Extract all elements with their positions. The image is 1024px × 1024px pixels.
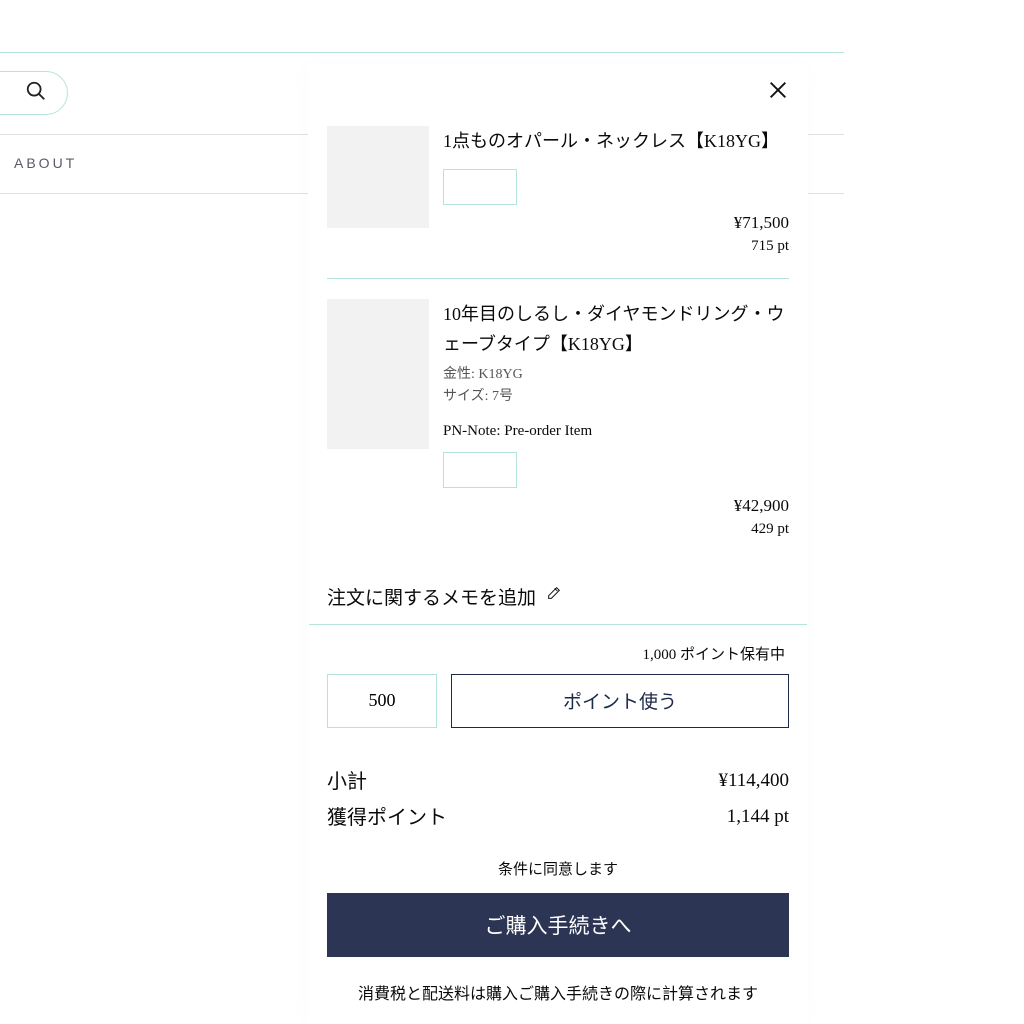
add-order-note[interactable]: 注文に関するメモを追加 (309, 561, 807, 624)
product-meta-metal: 金性: K18YG (443, 364, 789, 386)
points-held: 1,000 ポイント保有中 (309, 625, 807, 674)
cart-item: 1点ものオパール・ネックレス【K18YG】 ¥71,500 715 pt (327, 106, 789, 278)
nav-about[interactable]: ABOUT (14, 155, 77, 171)
product-note: PN-Note: Pre-order Item (443, 423, 789, 440)
close-icon[interactable] (767, 79, 789, 106)
item-points: 715 pt (443, 235, 789, 258)
earn-points-label: 獲得ポイント (327, 800, 447, 836)
product-thumbnail[interactable] (327, 126, 429, 228)
item-price: ¥71,500 (443, 210, 789, 236)
edit-icon (546, 585, 562, 607)
earn-points-value: 1,144 pt (727, 800, 789, 836)
cart-item: 10年目のしるし・ダイヤモンドリング・ウェーブタイプ【K18YG】 金性: K1… (327, 278, 789, 561)
product-title[interactable]: 1点ものオパール・ネックレス【K18YG】 (443, 126, 789, 157)
product-thumbnail[interactable] (327, 299, 429, 449)
subtotal-label: 小計 (327, 764, 367, 800)
tax-shipping-disclaimer: 消費税と配送料は購入ご購入手続きの際に計算されます (309, 957, 807, 1010)
checkout-button[interactable]: ご購入手続きへ (327, 893, 789, 957)
product-title[interactable]: 10年目のしるし・ダイヤモンドリング・ウェーブタイプ【K18YG】 (443, 299, 789, 360)
subtotal-value: ¥114,400 (718, 764, 789, 800)
search-icon (25, 80, 47, 107)
product-meta-size: サイズ: 7号 (443, 386, 789, 408)
divider (0, 52, 844, 53)
points-input[interactable] (327, 674, 437, 728)
item-price: ¥42,900 (443, 493, 789, 519)
cart-panel: 1点ものオパール・ネックレス【K18YG】 ¥71,500 715 pt 10年… (308, 64, 808, 1024)
use-points-button[interactable]: ポイント使う (451, 674, 789, 728)
quantity-stepper[interactable] (443, 452, 789, 493)
quantity-stepper[interactable] (443, 169, 789, 210)
terms-agree[interactable]: 条件に同意します (309, 836, 807, 893)
order-note-label: 注文に関するメモを追加 (327, 583, 536, 610)
search-button[interactable] (0, 71, 68, 115)
item-points: 429 pt (443, 518, 789, 541)
